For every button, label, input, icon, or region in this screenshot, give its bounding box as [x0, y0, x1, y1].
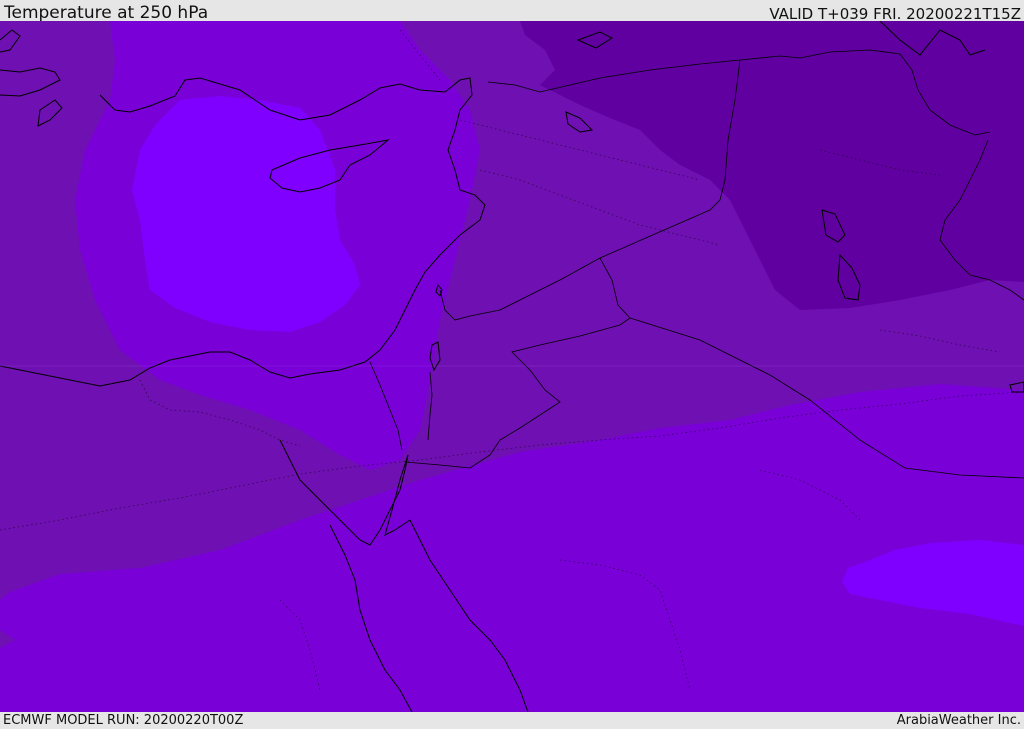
model-run-label: ECMWF MODEL RUN: 20200220T00Z [3, 713, 244, 728]
credit-label: ArabiaWeather Inc. [896, 713, 1021, 728]
map-title: Temperature at 250 hPa [4, 3, 209, 23]
map-svg [0, 21, 1024, 712]
temperature-map [0, 21, 1024, 712]
header-bar: Temperature at 250 hPa VALID T+039 FRI. … [0, 0, 1024, 23]
footer-bar: ECMWF MODEL RUN: 20200220T00Z ArabiaWeat… [0, 712, 1024, 729]
